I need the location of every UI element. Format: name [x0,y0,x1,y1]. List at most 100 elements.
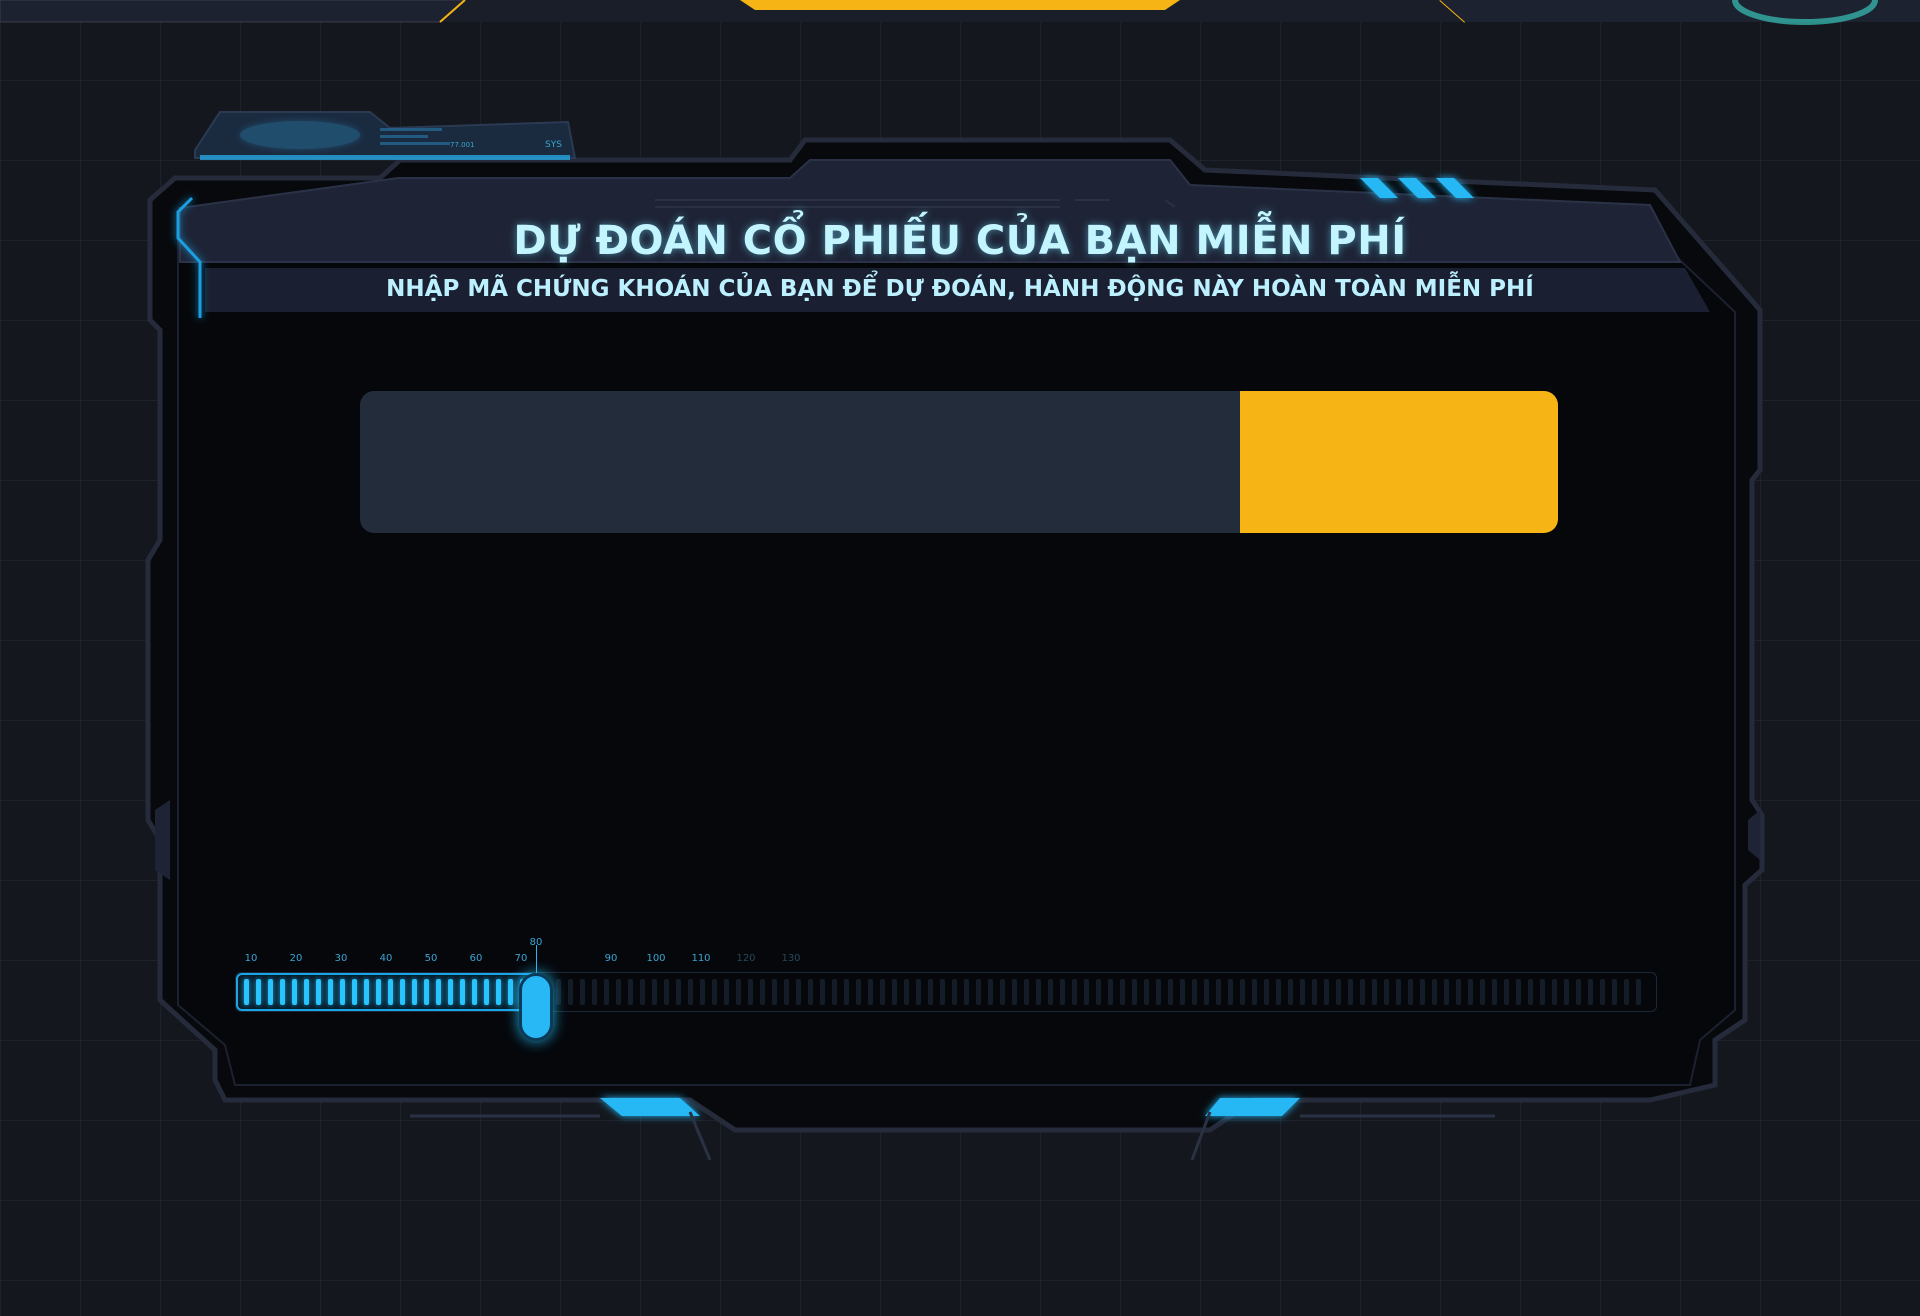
scale-track [235,972,1657,1012]
page-subtitle: NHẬP MÃ CHỨNG KHOÁN CỦA BẠN ĐỂ DỰ ĐOÁN, … [386,276,1534,302]
scale-bar [628,979,633,1005]
scale-bar [604,979,609,1005]
scale-bar [772,979,777,1005]
scale-bar [1360,979,1365,1005]
scale-bar [1528,979,1533,1005]
scale-bar [1288,979,1293,1005]
scale-bar [1456,979,1461,1005]
scale-bar [244,979,249,1005]
scale-bar [1060,979,1065,1005]
scale-bar [424,979,429,1005]
scale-bar [1600,979,1605,1005]
sys-label: SYS [545,140,562,150]
scale-bar [556,979,561,1005]
scale-bar [748,979,753,1005]
scale-tick-label: 10 [244,953,258,964]
scale-bar [412,979,417,1005]
scale-bar [1504,979,1509,1005]
scale-bar [1408,979,1413,1005]
scale-bar [736,979,741,1005]
scale-bar [640,979,645,1005]
predict-button[interactable] [1240,391,1558,533]
scale-bar [292,979,297,1005]
scale-bar [1384,979,1389,1005]
scale-bar [664,979,669,1005]
scale-bar [1144,979,1149,1005]
scale-bar [796,979,801,1005]
scale-bar [1072,979,1077,1005]
scale-bar [1012,979,1017,1005]
scale-bar [1420,979,1425,1005]
scale-bar [1204,979,1209,1005]
scale-bar [1168,979,1173,1005]
scale-bar [1636,979,1641,1005]
scale-bar [352,979,357,1005]
scale-bar [388,979,393,1005]
scale-tick-label: 70 [514,953,528,964]
scale-bar [892,979,897,1005]
scale-tick-label: 90 [604,953,618,964]
scale-bar [820,979,825,1005]
scale-bar [1492,979,1497,1005]
scale-bar [1612,979,1617,1005]
scale-bar [1300,979,1305,1005]
scale-bar [676,979,681,1005]
scale-bar [304,979,309,1005]
scale-bar [940,979,945,1005]
bottom-right-glow-icon [1205,1098,1300,1116]
scale-tick-label: 110 [691,953,711,964]
scale-bar [868,979,873,1005]
scale-bar [688,979,693,1005]
scale-bar [436,979,441,1005]
scale-tick-label: 50 [424,953,438,964]
scale-bar [988,979,993,1005]
scale-bar [1156,979,1161,1005]
scale-bar [1228,979,1233,1005]
scale-tick-label: 40 [379,953,393,964]
scale-bar [904,979,909,1005]
scale-bar [1540,979,1545,1005]
scale-bar [1480,979,1485,1005]
scale-bar [256,979,261,1005]
scale-bar [1348,979,1353,1005]
scale-bar [280,979,285,1005]
chevron-indicator-icon [1360,178,1474,198]
stock-search-form [360,391,1558,533]
scale-bar [1120,979,1125,1005]
hud-frame: SYS 77.001 [145,111,1765,1161]
scale-bar [616,979,621,1005]
scale-bar [652,979,657,1005]
slider-knob[interactable] [519,973,553,1041]
scale-bar [472,979,477,1005]
knob-pointer-line [536,945,537,975]
scale-bar [700,979,705,1005]
scale-bar [1576,979,1581,1005]
scale-bar [1564,979,1569,1005]
scale-bar [1240,979,1245,1005]
scale-bar [1552,979,1557,1005]
scale-bar [1048,979,1053,1005]
scale-bar [1216,979,1221,1005]
scale-bar [1372,979,1377,1005]
scale-bar [1324,979,1329,1005]
scale-bar [1024,979,1029,1005]
scale-bar [508,979,513,1005]
scale-bar [1276,979,1281,1005]
scale-bar [1108,979,1113,1005]
scale-bar [964,979,969,1005]
scale-tick-label: 130 [781,953,801,964]
scale-bar [568,979,573,1005]
scale-bar [460,979,465,1005]
scale-bar [844,979,849,1005]
level-scale: 10 20 30 40 50 60 70 80 90 100 110 120 130 [225,935,1675,1045]
scale-bar [856,979,861,1005]
scale-bar [316,979,321,1005]
scale-bar [328,979,333,1005]
scale-bar [784,979,789,1005]
scale-bar [364,979,369,1005]
scale-bar [1516,979,1521,1005]
stock-code-input[interactable] [360,391,1240,533]
scale-bar [592,979,597,1005]
scale-bar [1432,979,1437,1005]
scale-bar [832,979,837,1005]
